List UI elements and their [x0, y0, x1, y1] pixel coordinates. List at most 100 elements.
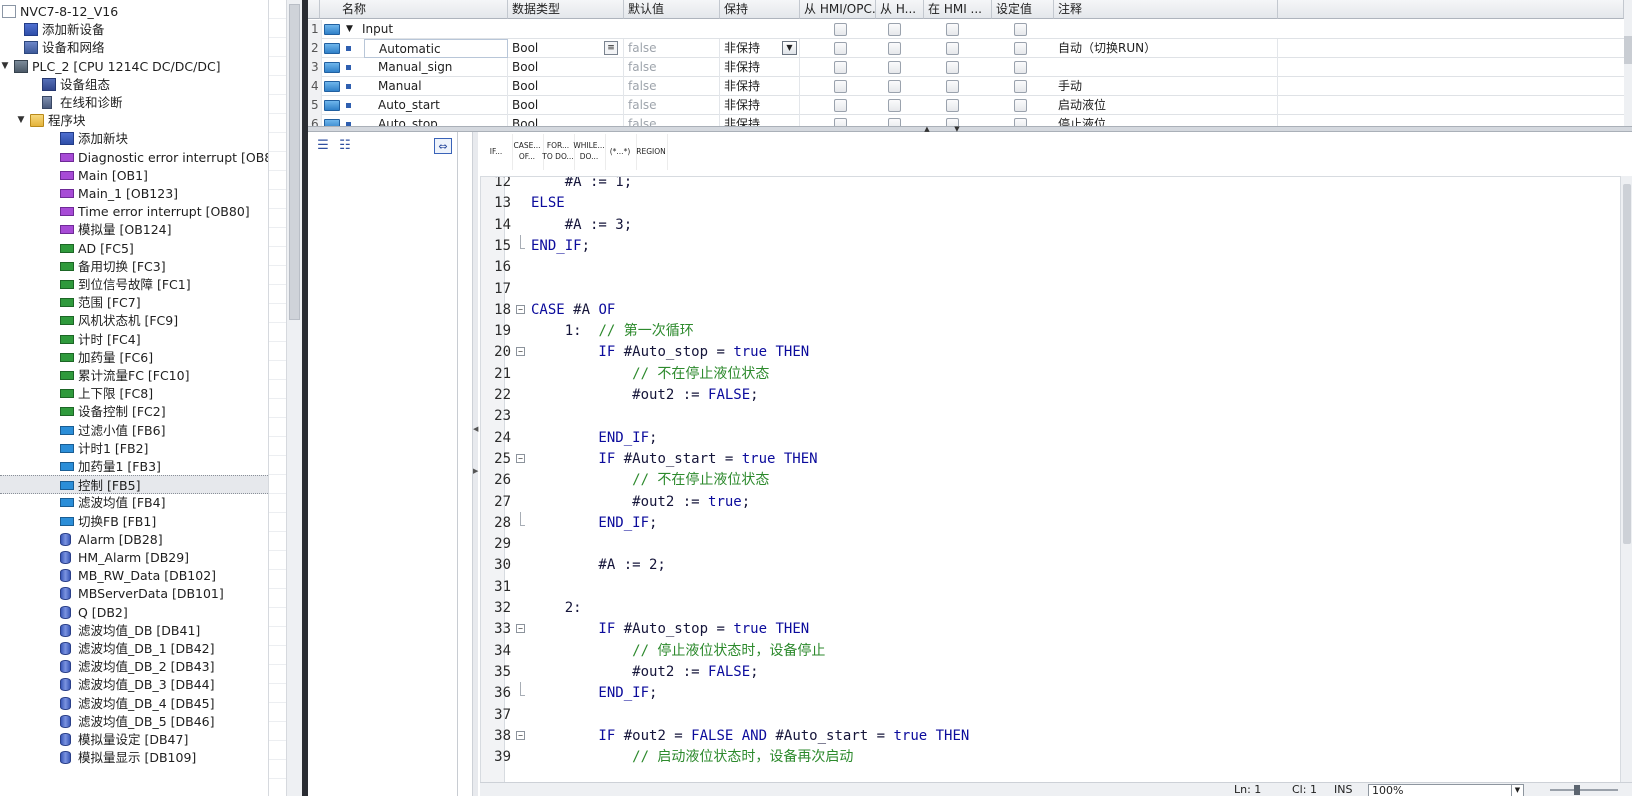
- tree-item[interactable]: 到位信号故障 [FC1]: [0, 275, 282, 294]
- code-line[interactable]: 26 // 不在停止液位状态: [481, 469, 1581, 491]
- tree-item[interactable]: 加药量1 [FB3]: [0, 457, 282, 476]
- header-retain[interactable]: 保持: [720, 0, 800, 19]
- table-row[interactable]: 2 Automatic Bool ≡ false 非保持 ▼ 自动（切换RUN）: [308, 39, 1628, 58]
- fold-toggle-icon[interactable]: −: [516, 453, 525, 463]
- default-value-cell[interactable]: false: [624, 96, 720, 115]
- tree-item[interactable]: 滤波均值_DB_4 [DB45]: [0, 694, 282, 713]
- code-line[interactable]: 12 #A := 1;: [481, 177, 1581, 193]
- default-value-cell[interactable]: false: [624, 39, 720, 58]
- code-line[interactable]: 34 // 停止液位状态时，设备停止: [481, 640, 1581, 662]
- tree-item[interactable]: Time error interrupt [OB80]: [0, 202, 282, 221]
- checkbox[interactable]: [888, 42, 901, 55]
- comment-cell[interactable]: 手动: [1054, 77, 1278, 96]
- fold-toggle-icon[interactable]: −: [516, 624, 525, 634]
- editor-hsplitter[interactable]: ▲ ▼: [308, 126, 1632, 133]
- comment-cell[interactable]: 启动液位: [1054, 96, 1278, 115]
- retain-cell[interactable]: 非保持: [720, 96, 800, 115]
- tree-item[interactable]: 滤波均值 [FB4]: [0, 493, 282, 512]
- indent-increase-icon[interactable]: ☰: [314, 138, 332, 154]
- chevron-down-icon[interactable]: ▼: [782, 41, 797, 55]
- tree-item[interactable]: 设备组态: [0, 75, 282, 94]
- splitter-up-icon[interactable]: ▲: [918, 126, 936, 133]
- datatype-cell[interactable]: Bool: [508, 96, 624, 115]
- chevron-down-icon[interactable]: ▼: [1511, 785, 1523, 796]
- checkbox[interactable]: [1014, 23, 1027, 36]
- header-datatype[interactable]: 数据类型: [508, 0, 624, 19]
- scl-for-button[interactable]: FOR... TO DO...: [542, 134, 575, 170]
- zoom-slider-knob[interactable]: [1574, 785, 1580, 795]
- fold-toggle-icon[interactable]: −: [516, 304, 525, 314]
- tree-item[interactable]: 模拟量设定 [DB47]: [0, 730, 282, 749]
- comment-cell[interactable]: 自动（切换RUN）: [1054, 39, 1278, 58]
- code-line[interactable]: 28 END_IF;: [481, 511, 1581, 534]
- code-line[interactable]: 30 #A := 2;: [481, 554, 1581, 576]
- header-from-h[interactable]: 从 H...: [876, 0, 924, 19]
- tree-item[interactable]: Diagnostic error interrupt [OB82]: [0, 148, 285, 167]
- tree-item[interactable]: 滤波均值_DB_5 [DB46]: [0, 712, 282, 731]
- tree-item[interactable]: ▼ PLC_2 [CPU 1214C DC/DC/DC]: [0, 57, 282, 76]
- tree-scrollbar[interactable]: [286, 0, 302, 796]
- checkbox[interactable]: [888, 61, 901, 74]
- tree-item[interactable]: 滤波均值_DB_1 [DB42]: [0, 639, 282, 658]
- checkbox[interactable]: [888, 23, 901, 36]
- code-line[interactable]: 32 2:: [481, 597, 1581, 619]
- checkbox[interactable]: [834, 23, 847, 36]
- code-line[interactable]: 20− IF #Auto_stop = true THEN: [481, 341, 1581, 363]
- interface-scroll-thumb[interactable]: [1624, 36, 1632, 64]
- tree-item[interactable]: 计时 [FC4]: [0, 330, 282, 349]
- tree-item[interactable]: HM_Alarm [DB29]: [0, 548, 282, 567]
- checkbox[interactable]: [946, 61, 959, 74]
- param-name-cell[interactable]: Manual: [364, 77, 508, 96]
- checkbox[interactable]: [888, 80, 901, 93]
- checkbox[interactable]: [1014, 42, 1027, 55]
- tree-item[interactable]: 过滤小值 [FB6]: [0, 421, 282, 440]
- code-line[interactable]: 24 END_IF;: [481, 427, 1581, 449]
- tree-item[interactable]: NVC7-8-12_V16: [0, 2, 282, 21]
- table-row-section[interactable]: 1 ▼ Input: [308, 20, 1628, 39]
- tree-item[interactable]: 备用切换 [FC3]: [0, 257, 282, 276]
- tree-item[interactable]: ▼ 程序块: [0, 111, 282, 130]
- checkbox[interactable]: [834, 80, 847, 93]
- checkbox[interactable]: [834, 61, 847, 74]
- checkbox[interactable]: [946, 80, 959, 93]
- table-row[interactable]: 3 Manual_sign Bool false 非保持: [308, 58, 1628, 77]
- type-list-icon[interactable]: ≡: [604, 41, 618, 55]
- code-line[interactable]: 13 ELSE: [481, 192, 1581, 214]
- code-line[interactable]: 22 #out2 := FALSE;: [481, 384, 1581, 406]
- tree-item[interactable]: 滤波均值_DB_2 [DB43]: [0, 657, 282, 676]
- editor-scroll-thumb[interactable]: [1623, 184, 1631, 544]
- tree-item[interactable]: MBServerData [DB101]: [0, 584, 282, 603]
- scl-region-button[interactable]: REGION: [635, 134, 668, 170]
- code-line[interactable]: 29: [481, 533, 1581, 555]
- header-from-hmi-opc[interactable]: 从 HMI/OPC...: [800, 0, 876, 19]
- tree-item[interactable]: 切换FB [FB1]: [0, 512, 282, 531]
- fold-toggle-icon[interactable]: −: [516, 730, 525, 740]
- param-name-cell[interactable]: Automatic: [364, 39, 508, 58]
- code-line[interactable]: 36 END_IF;: [481, 682, 1581, 704]
- datatype-cell[interactable]: Bool: [508, 58, 624, 77]
- code-line[interactable]: 16: [481, 256, 1581, 278]
- tree-item[interactable]: 计时1 [FB2]: [0, 439, 282, 458]
- code-line[interactable]: 38− IF #out2 = FALSE AND #Auto_start = t…: [481, 725, 1581, 747]
- scl-case-button[interactable]: CASE... OF...: [511, 134, 544, 170]
- code-line[interactable]: 18− CASE #A OF: [481, 299, 1581, 321]
- checkbox[interactable]: [946, 99, 959, 112]
- tree-expand-caret-icon[interactable]: ▼: [0, 57, 10, 76]
- zoom-select[interactable]: 100% ▼: [1368, 784, 1524, 796]
- comment-cell[interactable]: [1054, 58, 1278, 77]
- tree-item[interactable]: 添加新块: [0, 129, 282, 148]
- tree-scroll-thumb[interactable]: [289, 4, 300, 320]
- table-row[interactable]: 4 Manual Bool false 非保持 手动: [308, 77, 1628, 96]
- checkbox[interactable]: [1014, 99, 1027, 112]
- table-row[interactable]: 5 Auto_start Bool false 非保持 启动液位: [308, 96, 1628, 115]
- code-line[interactable]: 27 #out2 := true;: [481, 491, 1581, 513]
- default-value-cell[interactable]: false: [624, 58, 720, 77]
- collapse-arrow-icon[interactable]: ▼: [346, 20, 353, 39]
- scl-while-button[interactable]: WHILE... DO...: [573, 134, 606, 170]
- tree-item[interactable]: 滤波均值_DB_3 [DB44]: [0, 675, 282, 694]
- code-line[interactable]: 31: [481, 576, 1581, 598]
- default-value-cell[interactable]: false: [624, 77, 720, 96]
- param-name-cell[interactable]: Manual_sign: [364, 58, 508, 77]
- code-line[interactable]: 25− IF #Auto_start = true THEN: [481, 448, 1581, 470]
- retain-cell[interactable]: 非保持: [720, 77, 800, 96]
